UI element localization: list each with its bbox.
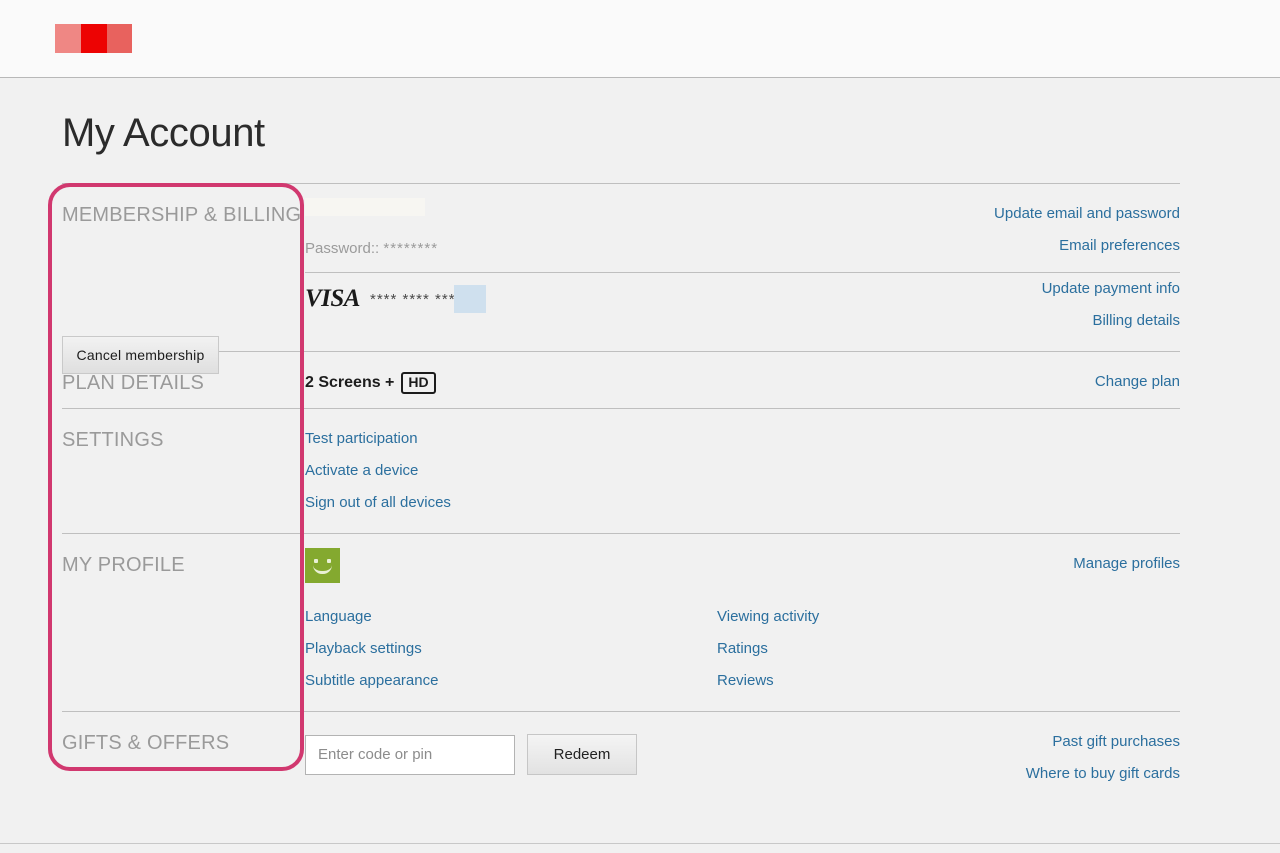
section-body-plan: 2 Screens + HD Change plan [305,352,1180,408]
hd-badge: HD [401,372,436,394]
link-language[interactable]: Language [305,601,717,633]
gift-code-input[interactable] [305,734,515,775]
link-billing-details[interactable]: Billing details [1042,305,1180,337]
avatar-eye-right-icon [327,559,331,563]
avatar-eye-left-icon [314,559,318,563]
password-line: Password:: ******** [305,218,438,264]
card-digits: **** **** **** [369,290,463,308]
gift-links: Past gift purchases Where to buy gift ca… [1026,726,1180,790]
page-title: My Account [62,111,265,155]
logo-block-1 [55,24,81,53]
profile-links-column-1: Language Playback settings Subtitle appe… [305,601,717,697]
section-plan-details: PLAN DETAILS 2 Screens + HD Change plan [62,351,1180,408]
section-body-gifts: Redeem Past gift purchases Where to buy … [305,712,1180,789]
membership-top-links: Update email and password Email preferen… [994,198,1180,262]
link-manage-profiles[interactable]: Manage profiles [1073,548,1180,580]
avatar-smile-icon [313,565,332,574]
link-playback-settings[interactable]: Playback settings [305,633,717,665]
section-my-profile: MY PROFILE Manage profiles Language Play… [62,533,1180,711]
section-label-settings: SETTINGS [62,429,164,451]
section-membership-billing: MEMBERSHIP & BILLING Password:: ********… [62,183,1180,351]
password-label: Password:: [305,240,380,257]
plan-value-line: 2 Screens + HD [305,366,1180,394]
card-line: VISA **** **** **** [305,273,487,313]
plan-links: Change plan [1095,366,1180,398]
membership-bottom-row: VISA **** **** **** Update payment info … [305,273,1180,337]
profile-links-column-2: Viewing activity Ratings Reviews [717,601,1129,697]
section-gifts-offers: GIFTS & OFFERS Redeem Past gift purchase… [62,711,1180,789]
footer-divider [0,843,1280,844]
link-activate-a-device[interactable]: Activate a device [305,455,1180,487]
site-header [0,0,1280,78]
password-value: ******** [383,240,439,257]
card-last4-redacted-block [454,285,487,313]
section-label-gifts: GIFTS & OFFERS [62,732,230,754]
section-body-membership: Password:: ******** Update email and pas… [305,184,1180,351]
redeem-button[interactable]: Redeem [527,734,637,775]
link-ratings[interactable]: Ratings [717,633,1129,665]
profile-avatar-green-smiley[interactable] [305,548,340,583]
membership-account-info: Password:: ******** [305,198,438,264]
section-label-membership: MEMBERSHIP & BILLING [62,204,302,226]
section-body-profile: Manage profiles Language Playback settin… [305,534,1180,711]
email-redacted-block [305,198,425,216]
link-past-gift-purchases[interactable]: Past gift purchases [1026,726,1180,758]
logo-block-2 [81,24,107,53]
link-where-to-buy-gift-cards[interactable]: Where to buy gift cards [1026,758,1180,790]
link-test-participation[interactable]: Test participation [305,423,1180,455]
account-sections: MEMBERSHIP & BILLING Password:: ********… [62,183,1180,789]
profile-link-columns: Language Playback settings Subtitle appe… [305,601,1180,697]
logo-block-3 [107,24,132,53]
section-settings: SETTINGS Test participation Activate a d… [62,408,1180,533]
link-change-plan[interactable]: Change plan [1095,366,1180,398]
link-reviews[interactable]: Reviews [717,665,1129,697]
plan-value: 2 Screens + [305,374,395,391]
account-page: My Account MEMBERSHIP & BILLING Password… [0,78,1280,843]
section-label-profile: MY PROFILE [62,554,185,576]
link-sign-out-of-all-devices[interactable]: Sign out of all devices [305,487,1180,519]
brand-logo-redacted[interactable] [55,24,132,53]
membership-bottom-links: Update payment info Billing details [1042,273,1180,337]
cancel-membership-button[interactable]: Cancel membership [62,336,219,374]
link-subtitle-appearance[interactable]: Subtitle appearance [305,665,717,697]
profile-manage-links: Manage profiles [1073,548,1180,580]
link-email-preferences[interactable]: Email preferences [994,230,1180,262]
link-viewing-activity[interactable]: Viewing activity [717,601,1129,633]
visa-logo-icon: VISA [305,285,360,312]
section-body-settings: Test participation Activate a device Sig… [305,409,1180,533]
link-update-payment-info[interactable]: Update payment info [1042,273,1180,305]
link-update-email-password[interactable]: Update email and password [994,198,1180,230]
payment-method: VISA **** **** **** [305,273,487,313]
membership-top-row: Password:: ******** Update email and pas… [305,198,1180,264]
